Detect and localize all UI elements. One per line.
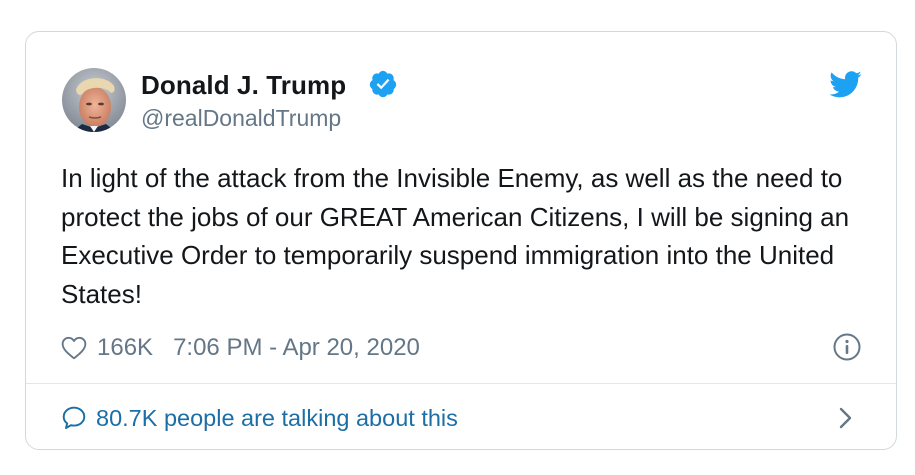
heart-icon[interactable] <box>61 336 87 360</box>
tweet-card: Donald J. Trump @realDonaldTrump In ligh… <box>25 31 897 450</box>
info-icon[interactable] <box>832 332 862 362</box>
speech-bubble-icon <box>61 405 87 431</box>
talking-text[interactable]: 80.7K people are talking about this <box>96 405 458 432</box>
timestamp-link[interactable]: 7:06 PM - Apr 20, 2020 <box>173 334 420 362</box>
tweet-meta: 166K 7:06 PM - Apr 20, 2020 <box>61 332 420 364</box>
tweet-text: In light of the attack from the Invisibl… <box>61 163 850 309</box>
verified-badge-icon <box>368 69 398 99</box>
chevron-right-icon[interactable] <box>838 406 854 430</box>
like-count[interactable]: 166K <box>97 334 153 362</box>
talking-link[interactable]: 80.7K people are talking about this <box>61 402 458 434</box>
avatar[interactable] <box>62 68 126 132</box>
author-handle[interactable]: @realDonaldTrump <box>141 105 341 132</box>
divider <box>26 383 896 384</box>
author-name[interactable]: Donald J. Trump <box>141 70 346 101</box>
twitter-bird-icon[interactable] <box>828 70 862 100</box>
